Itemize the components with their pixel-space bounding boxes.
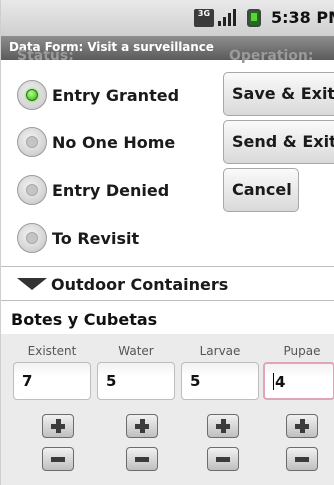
radio-entry-denied[interactable]: Entry Denied: [15, 173, 215, 205]
water-input[interactable]: 5: [97, 362, 175, 400]
minus-icon: [295, 457, 309, 462]
cancel-button[interactable]: Cancel: [223, 168, 299, 212]
column-label-existent: Existent: [27, 344, 77, 358]
status-heading: Status:: [17, 48, 74, 64]
subsection-title: Botes y Cubetas: [11, 310, 158, 329]
battery-icon: [247, 9, 261, 27]
larvae-value: 5: [190, 372, 201, 390]
text-caret: [273, 373, 274, 390]
radio-unchecked-icon: [17, 127, 47, 157]
water-minus-button[interactable]: [126, 447, 158, 471]
radio-label: Entry Denied: [52, 181, 170, 200]
column-label-pupae: Pupae: [283, 344, 321, 358]
save-exit-button[interactable]: Save & Exit: [223, 72, 334, 116]
existent-minus-button[interactable]: [42, 447, 74, 471]
radio-to-revisit[interactable]: To Revisit: [15, 221, 215, 253]
section-title: Outdoor Containers: [51, 275, 229, 294]
existent-plus-button[interactable]: [42, 414, 74, 438]
expand-triangle-icon: [17, 278, 47, 290]
pupae-minus-button[interactable]: [286, 447, 318, 471]
radio-label: Entry Granted: [52, 86, 180, 105]
column-label-water: Water: [118, 344, 154, 358]
minus-icon: [135, 457, 149, 462]
minus-icon: [51, 457, 65, 462]
pupae-value: 4: [275, 373, 286, 391]
section-header-outdoor-containers[interactable]: Outdoor Containers: [1, 269, 334, 299]
radio-label: No One Home: [52, 133, 176, 152]
radio-unchecked-icon: [17, 175, 47, 205]
minus-icon: [216, 457, 230, 462]
column-label-larvae: Larvae: [199, 344, 241, 358]
existent-value: 7: [22, 372, 33, 390]
divider: [1, 266, 334, 267]
larvae-input[interactable]: 5: [181, 362, 259, 400]
water-plus-button[interactable]: [126, 414, 158, 438]
divider: [1, 300, 334, 301]
radio-checked-icon: [17, 80, 47, 110]
larvae-minus-button[interactable]: [207, 447, 239, 471]
existent-input[interactable]: 7: [13, 362, 91, 400]
network-type-label: 3G: [197, 9, 211, 18]
pupae-input[interactable]: 4: [263, 362, 334, 400]
radio-no-one-home[interactable]: No One Home: [15, 125, 215, 157]
3g-icon: 3G: [194, 9, 214, 27]
operation-heading: Operation:: [229, 48, 314, 64]
status-bar: 3G 5:38 PM: [1, 0, 334, 36]
radio-label: To Revisit: [52, 229, 140, 248]
screen: 3G 5:38 PM Data Form: Visit a surveillan…: [0, 0, 334, 485]
radio-unchecked-icon: [17, 223, 47, 253]
radio-entry-granted[interactable]: Entry Granted: [15, 78, 215, 110]
send-exit-button[interactable]: Send & Exit: [223, 120, 334, 164]
water-value: 5: [106, 372, 117, 390]
pupae-plus-button[interactable]: [286, 414, 318, 438]
signal-icon: [218, 9, 236, 26]
larvae-plus-button[interactable]: [207, 414, 239, 438]
clock: 5:38 PM: [271, 8, 334, 27]
